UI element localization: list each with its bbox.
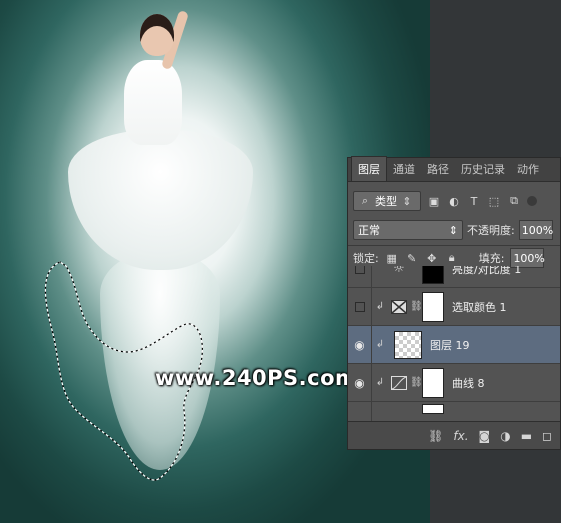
tab-history[interactable]: 历史记录 — [455, 157, 511, 181]
filter-label: 类型 — [375, 195, 397, 208]
search-icon: ⌕ — [361, 194, 369, 207]
layer-mask-thumbnail[interactable] — [422, 291, 444, 322]
fx-icon[interactable]: fx. — [453, 429, 468, 443]
lock-all-icon[interactable]: 🔒︎ — [445, 251, 459, 265]
link-icon[interactable]: ⛓︎ — [410, 301, 423, 312]
clip-arrow-icon: ↲ — [375, 339, 385, 350]
layers-footer: ⛓︎ fx. ◙ ◑ ▬ ◻ — [348, 421, 560, 449]
eye-icon: ◉ — [354, 375, 365, 390]
divider — [348, 245, 560, 246]
layers-list: ☼ 亮度/对比度 1 ↲ ⛓︎ 选取颜色 1 ◉ ↲ 图层 19 ◉ ↲ ⛓︎ … — [348, 266, 560, 421]
brightness-contrast-icon: ☼ — [393, 266, 405, 276]
lock-image-icon[interactable]: ✎ — [405, 251, 419, 265]
smart-object-filter-icon[interactable]: ⧉ — [507, 194, 521, 208]
blend-mode-select[interactable]: 正常 ⇕ — [353, 220, 463, 240]
layer-row[interactable]: ◉ ↲ ⛓︎ 曲线 8 — [348, 363, 560, 402]
curves-icon — [388, 374, 410, 392]
folder-icon[interactable]: ▬ — [521, 429, 532, 443]
clip-arrow-icon: ↲ — [375, 301, 385, 312]
fill-label: 填充: — [478, 252, 505, 265]
opacity-label: 不透明度: — [467, 224, 515, 237]
layer-thumbnail[interactable] — [394, 330, 422, 359]
layer-row[interactable]: ↲ ⛓︎ 选取颜色 1 — [348, 287, 560, 326]
opacity-input[interactable]: 100% — [518, 220, 553, 240]
chevron-updown-icon: ⇕ — [448, 223, 458, 237]
link-icon[interactable]: ⛓︎ — [428, 429, 443, 443]
layer-name[interactable]: 曲线 8 — [452, 375, 485, 391]
chevron-updown-icon: ⇕ — [402, 194, 412, 208]
layer-name[interactable]: 亮度/对比度 1 — [452, 266, 521, 277]
link-icon[interactable]: ⛓︎ — [410, 377, 423, 388]
watermark-text: www.240PS.com — [155, 366, 358, 390]
layer-name[interactable]: 选取颜色 1 — [452, 299, 507, 315]
layer-mask-thumbnail[interactable] — [422, 404, 444, 414]
blend-mode-value: 正常 — [358, 224, 380, 237]
adjustment-filter-icon[interactable]: ◐ — [447, 194, 461, 208]
selective-color-icon — [388, 298, 410, 316]
lock-label: 锁定: — [353, 252, 379, 265]
tab-actions[interactable]: 动作 — [511, 157, 545, 181]
layers-panel: 图层 通道 路径 历史记录 动作 ⌕ 类型 ⇕ ▣ ◐ T ⬚ ⧉ 正常 ⇕ 不… — [347, 156, 561, 450]
visibility-toggle[interactable] — [348, 401, 372, 421]
tab-paths[interactable]: 路径 — [421, 157, 455, 181]
visibility-toggle[interactable] — [348, 287, 372, 326]
shape-filter-icon[interactable]: ⬚ — [487, 194, 501, 208]
layer-mask-thumbnail[interactable] — [422, 367, 444, 398]
layer-row[interactable]: ☼ 亮度/对比度 1 — [348, 266, 560, 288]
lock-transparent-icon[interactable]: ▦ — [385, 251, 399, 265]
tab-layers[interactable]: 图层 — [351, 156, 387, 181]
layer-filter-select[interactable]: ⌕ 类型 ⇕ — [353, 191, 421, 211]
adjustment-icon[interactable]: ◑ — [500, 429, 510, 443]
panel-tabs: 图层 通道 路径 历史记录 动作 — [348, 156, 560, 182]
filter-toggle-icon[interactable] — [527, 196, 537, 206]
add-mask-icon[interactable]: ◙ — [479, 429, 491, 443]
pixel-filter-icon[interactable]: ▣ — [427, 194, 441, 208]
visibility-toggle[interactable] — [348, 266, 372, 288]
type-filter-icon[interactable]: T — [467, 194, 481, 208]
new-layer-icon[interactable]: ◻ — [542, 429, 552, 443]
layer-row-selected[interactable]: ◉ ↲ 图层 19 — [348, 325, 560, 364]
layer-mask-thumbnail[interactable] — [422, 266, 444, 284]
blend-row: 正常 ⇕ 不透明度: 100% — [353, 219, 558, 241]
clip-arrow-icon: ↲ — [375, 377, 385, 388]
eye-icon: ◉ — [354, 337, 365, 352]
fill-input[interactable]: 100% — [510, 248, 545, 268]
layer-name[interactable]: 图层 19 — [430, 337, 470, 353]
filter-row: ⌕ 类型 ⇕ ▣ ◐ T ⬚ ⧉ — [353, 190, 555, 212]
visibility-toggle[interactable]: ◉ — [348, 325, 372, 364]
lock-position-icon[interactable]: ✥ — [425, 251, 439, 265]
tab-channels[interactable]: 通道 — [387, 157, 421, 181]
layer-row[interactable] — [348, 401, 560, 421]
visibility-toggle[interactable]: ◉ — [348, 363, 372, 402]
